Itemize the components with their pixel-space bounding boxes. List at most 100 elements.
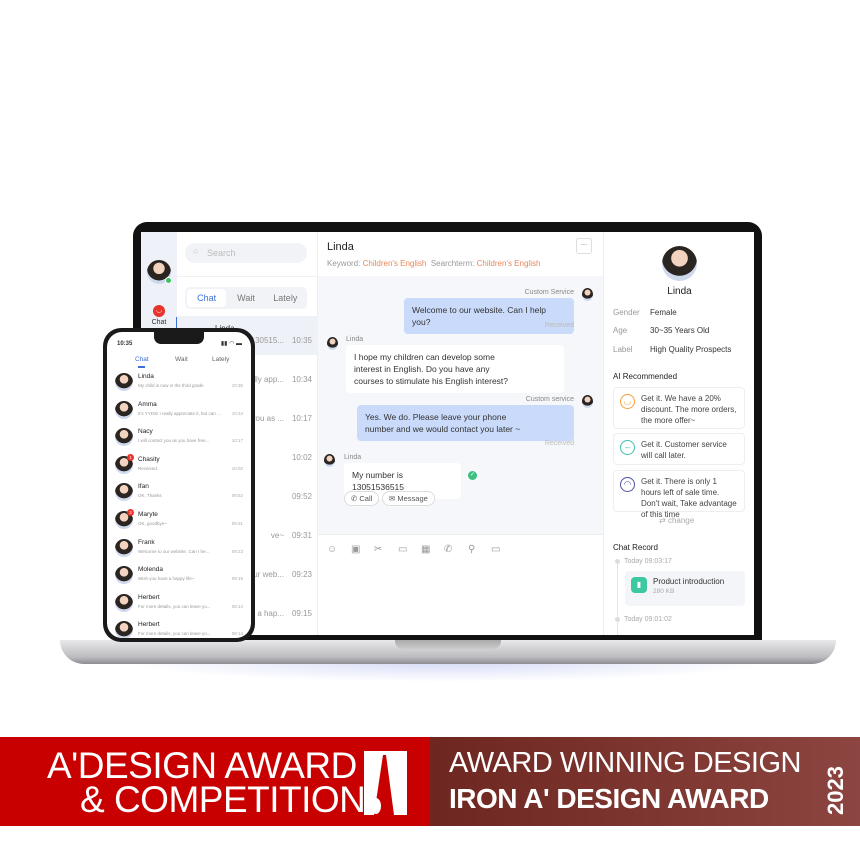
phone-conversation-item[interactable]: Linda My child is now in the third grade 1…	[107, 370, 251, 398]
message-label: Message	[397, 494, 428, 503]
signal-battery-icon: ▮▮ ◠ ▬	[220, 341, 242, 347]
award-year: 2023	[823, 766, 848, 815]
tab-indicator	[138, 366, 145, 368]
timeline-line	[617, 562, 618, 635]
phone-notch	[154, 332, 204, 344]
change-button[interactable]: ⇄ change	[659, 516, 694, 525]
award-banner-left: A'DESIGN AWARD & COMPETITION	[0, 737, 430, 826]
call-label: Call	[359, 494, 373, 503]
phone-conversation-item[interactable]: Amma It's YYDS! I really appreciate it, b…	[107, 398, 251, 426]
tab-chat[interactable]: Chat	[187, 289, 227, 307]
message-time: 09:31	[291, 531, 312, 540]
record-time: Today 09:01:02	[624, 616, 672, 623]
message-time: 09:31	[231, 521, 243, 526]
message-time: 10:34	[231, 410, 243, 416]
field-value: 30~35 Years Old	[650, 326, 710, 335]
message-preview: It's YYDS! I really appreciate it, but c…	[138, 410, 221, 416]
divider	[177, 276, 318, 277]
contact-name: Maryte	[138, 511, 158, 518]
chat-header	[318, 232, 603, 276]
phone-tab-wait[interactable]: Wait	[175, 356, 188, 363]
sender-label: Linda	[346, 336, 364, 343]
file-name: Product introduction	[653, 577, 725, 586]
rec-text: Get it. Customer service will call later…	[641, 440, 727, 460]
phone-conversation-item[interactable]: 1 Chasity Received. 10:02	[107, 453, 251, 481]
contact-name: Chasity	[138, 455, 160, 463]
field-label: Label High Quality Prospects	[613, 345, 731, 354]
microphone-icon[interactable]: ⚲	[468, 544, 475, 555]
message-time: 09:52	[291, 492, 312, 501]
contact-name: Frank	[138, 538, 155, 546]
contact-name: Molenda	[138, 566, 163, 574]
message-preview: ve~	[270, 531, 284, 540]
field-value: Female	[650, 308, 677, 317]
record-title: Chat Record	[613, 543, 658, 552]
field-age: Age 30~35 Years Old	[613, 326, 709, 335]
message-preview: For more details, you can leave yo...	[138, 631, 211, 637]
nav-chat-label[interactable]: Chat	[141, 319, 177, 326]
phone-conversation-item[interactable]: Nacy I will contact you as you have free.…	[107, 425, 251, 453]
swap-icon: ⇄	[659, 516, 668, 525]
search-placeholder: Search	[207, 248, 236, 258]
phone-tab-lately[interactable]: Lately	[212, 356, 229, 363]
message-time: 10:17	[231, 438, 243, 444]
rec-text: Get it. There is only 1 hours left of sa…	[641, 477, 737, 519]
searchterm-value: Children's English	[476, 259, 541, 268]
sad-face-icon: ◠	[620, 477, 635, 492]
tab-wait[interactable]: Wait	[226, 289, 265, 307]
field-key: Gender	[613, 308, 640, 317]
phone-icon[interactable]: ✆	[444, 544, 452, 555]
video-icon[interactable]: ▭	[491, 544, 500, 555]
message-preview: Wish you have a happy life~	[138, 576, 195, 582]
contact-name: Herbert	[138, 593, 160, 601]
search-input[interactable]: ○ Search	[185, 243, 307, 263]
phone-conversation-item[interactable]: Ifan OK, Thanks 09:52	[107, 480, 251, 508]
ai-rec-card[interactable]: ◡ Get it. We have a 20% discount. The mor…	[613, 387, 745, 429]
a-design-logo	[364, 751, 407, 815]
message-button[interactable]: ✉ Message	[382, 491, 435, 506]
contact-avatar	[115, 621, 133, 638]
phone-conversation-item[interactable]: Molenda Wish you have a happy life~ 09:15	[107, 563, 251, 591]
chat-nav-icon[interactable]: ◡	[153, 305, 165, 317]
ai-rec-card[interactable]: – Get it. Customer service will call late…	[613, 433, 745, 465]
contact-avatar	[115, 373, 133, 391]
profile-avatar	[662, 246, 697, 281]
field-value: High Quality Prospects	[650, 345, 732, 354]
sender-label: Linda	[344, 454, 362, 461]
phone-conversation-item[interactable]: Herbert For more details, you can leave y…	[107, 591, 251, 619]
field-key: Label	[613, 345, 633, 354]
scissors-icon[interactable]: ✂	[374, 544, 382, 555]
verified-check-icon: ✓	[468, 471, 477, 480]
phone-conversation-item[interactable]: Frank Welcome to our website. Can I he...…	[107, 536, 251, 564]
agent-avatar	[582, 395, 593, 408]
contact-name: Amma	[138, 400, 157, 408]
tab-lately[interactable]: Lately	[266, 289, 305, 307]
calendar-icon[interactable]: ▦	[421, 544, 430, 555]
call-button[interactable]: ✆ Call	[344, 491, 380, 506]
award-banner-right: AWARD WINNING DESIGN IRON A' DESIGN AWAR…	[430, 737, 860, 826]
message-time: 10:17	[291, 414, 312, 423]
sender-label: Custom Service	[524, 289, 574, 296]
file-card[interactable]: ▮ Product introduction 280 KB	[625, 571, 745, 606]
message-time: 09:23	[231, 548, 243, 554]
message-time: 08:14	[231, 603, 243, 609]
message-preview: OK, Thanks	[138, 493, 162, 499]
message-preview: OK, goodbye~	[138, 521, 167, 526]
folder-icon[interactable]: ▭	[398, 544, 407, 555]
phone-tab-chat[interactable]: Chat	[135, 356, 149, 363]
composer[interactable]	[318, 534, 603, 635]
record-time: Today 09:03:17	[624, 558, 672, 565]
contact-avatar	[115, 428, 133, 447]
image-icon[interactable]: ▣	[351, 544, 360, 555]
phone-conversation-item[interactable]: Herbert For more details, you can leave y…	[107, 618, 251, 638]
message-time: 10:02	[291, 453, 312, 462]
file-size: 280 KB	[653, 588, 675, 595]
emoji-icon[interactable]: ☺	[327, 544, 337, 555]
laptop-notch	[395, 640, 501, 649]
agent-avatar	[582, 288, 593, 301]
message-preview: I will contact you as you have free...	[138, 438, 210, 444]
phone-conversation-item[interactable]: 3 Maryte OK, goodbye~ 09:31	[107, 508, 251, 536]
award-line-2: & COMPETITION	[80, 779, 366, 820]
ai-rec-card[interactable]: ◠ Get it. There is only 1 hours left of s…	[613, 470, 745, 519]
more-button[interactable]: ...	[576, 238, 592, 254]
